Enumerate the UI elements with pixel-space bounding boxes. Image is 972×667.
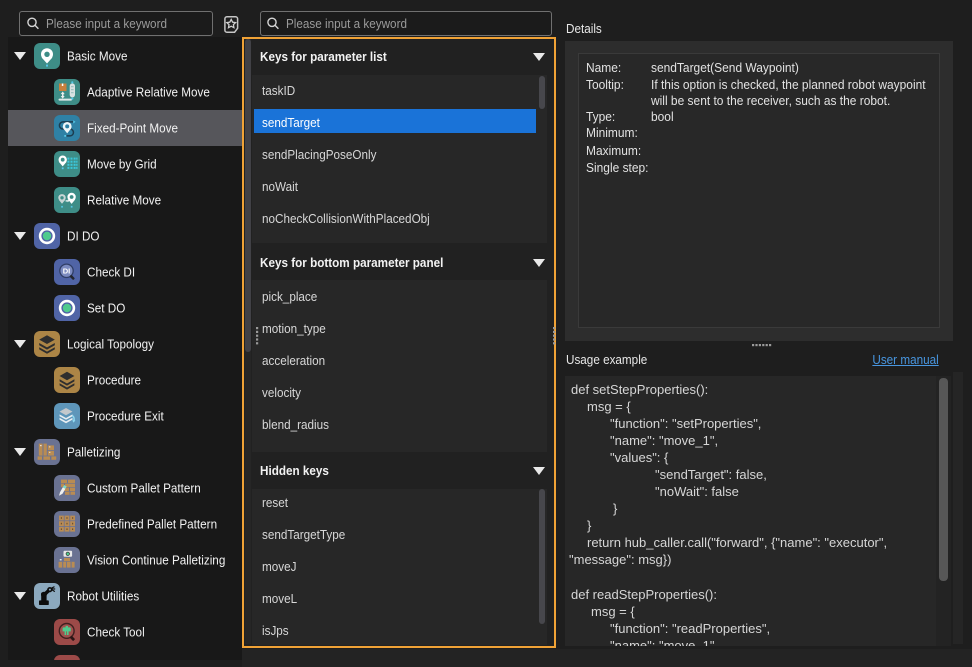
svg-text:DI: DI bbox=[63, 266, 71, 275]
